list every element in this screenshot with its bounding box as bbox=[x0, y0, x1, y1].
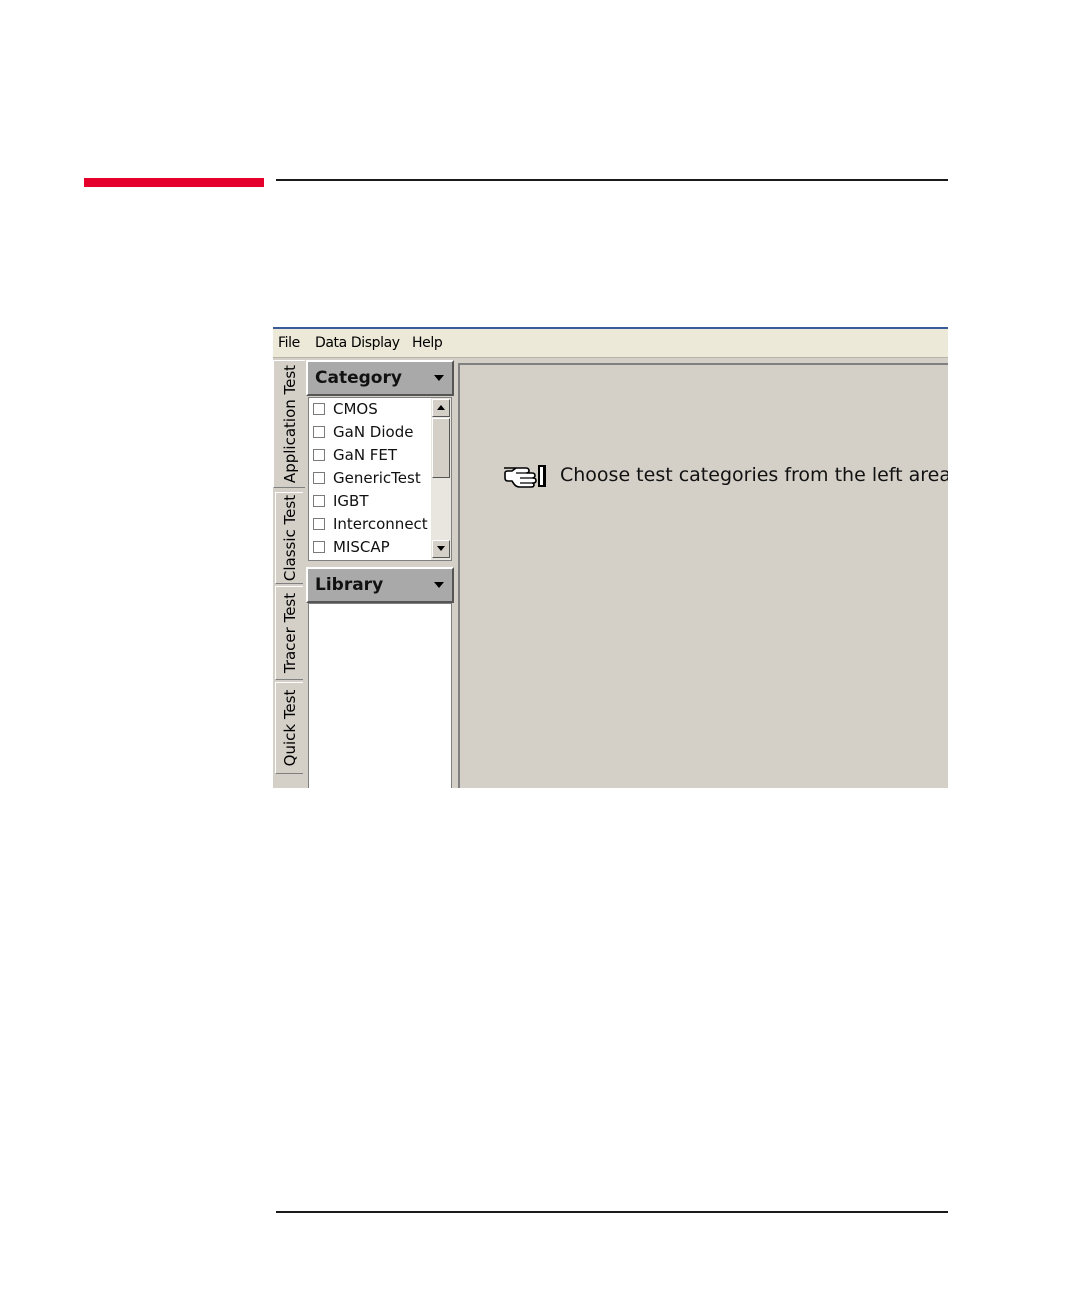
list-item-label: MISCAP bbox=[333, 538, 390, 556]
category-header[interactable]: Category bbox=[306, 360, 454, 396]
menu-file[interactable]: File bbox=[278, 335, 300, 351]
tab-classic-test-label: Classic Test bbox=[280, 494, 299, 582]
app-window-screenshot: File Data Display Help Application Test … bbox=[273, 327, 948, 788]
tab-application-test[interactable]: Application Test bbox=[273, 360, 305, 488]
list-item-label: GaN Diode bbox=[333, 423, 414, 441]
list-item-label: IGBT bbox=[333, 492, 369, 510]
tab-quick-test[interactable]: Quick Test bbox=[275, 682, 303, 774]
list-item[interactable]: IGBT bbox=[313, 490, 369, 512]
category-title: Category bbox=[315, 368, 402, 388]
hint-text: Choose test categories from the left are… bbox=[560, 464, 948, 486]
chapter-accent-bar bbox=[84, 178, 264, 187]
checkbox[interactable] bbox=[313, 518, 325, 530]
scroll-up-button[interactable] bbox=[432, 399, 450, 417]
menu-help[interactable]: Help bbox=[412, 335, 443, 351]
list-item[interactable]: GaN Diode bbox=[313, 421, 413, 443]
menu-bar: File Data Display Help bbox=[273, 329, 948, 358]
checkbox[interactable] bbox=[313, 541, 325, 553]
tab-tracer-test-label: Tracer Test bbox=[280, 592, 299, 674]
pointing-hand-icon bbox=[504, 465, 546, 488]
list-item[interactable]: GenericTest bbox=[313, 467, 421, 489]
list-item-label: CMOS bbox=[333, 400, 378, 418]
arrow-down-icon bbox=[437, 546, 445, 551]
list-item[interactable]: Interconnect bbox=[313, 513, 428, 535]
category-list: CMOS GaN Diode GaN FET GenericTest IGBT … bbox=[308, 397, 452, 561]
list-item[interactable]: GaN FET bbox=[313, 444, 397, 466]
checkbox[interactable] bbox=[313, 449, 325, 461]
chevron-down-icon bbox=[434, 375, 444, 381]
tab-quick-test-label: Quick Test bbox=[280, 689, 299, 767]
tab-tracer-test[interactable]: Tracer Test bbox=[275, 586, 303, 680]
chevron-down-icon bbox=[434, 582, 444, 588]
left-panel: Category CMOS GaN Diode GaN FET GenericT… bbox=[306, 360, 454, 788]
top-rule bbox=[276, 179, 948, 181]
library-title: Library bbox=[315, 575, 384, 595]
library-header[interactable]: Library bbox=[306, 567, 454, 603]
list-item-label: GenericTest bbox=[333, 469, 421, 487]
vertical-tab-strip: Application Test Classic Test Tracer Tes… bbox=[273, 360, 305, 788]
library-list[interactable] bbox=[308, 603, 452, 788]
list-item-label: Interconnect bbox=[333, 515, 428, 533]
category-scrollbar[interactable] bbox=[431, 398, 451, 560]
arrow-up-icon bbox=[437, 405, 445, 410]
list-item[interactable]: MISCAP bbox=[313, 536, 390, 558]
scroll-down-button[interactable] bbox=[432, 540, 450, 558]
tab-classic-test[interactable]: Classic Test bbox=[275, 492, 303, 584]
checkbox[interactable] bbox=[313, 495, 325, 507]
menu-data-display[interactable]: Data Display bbox=[315, 335, 400, 351]
tab-application-test-label: Application Test bbox=[280, 364, 299, 484]
checkbox[interactable] bbox=[313, 472, 325, 484]
list-item[interactable]: CMOS bbox=[313, 398, 378, 420]
list-item-label: GaN FET bbox=[333, 446, 398, 464]
hint-message: Choose test categories from the left are… bbox=[502, 461, 948, 489]
checkbox[interactable] bbox=[313, 426, 325, 438]
bottom-rule bbox=[276, 1211, 948, 1213]
scroll-thumb[interactable] bbox=[432, 418, 450, 478]
main-area: Choose test categories from the left are… bbox=[458, 363, 948, 788]
checkbox[interactable] bbox=[313, 403, 325, 415]
